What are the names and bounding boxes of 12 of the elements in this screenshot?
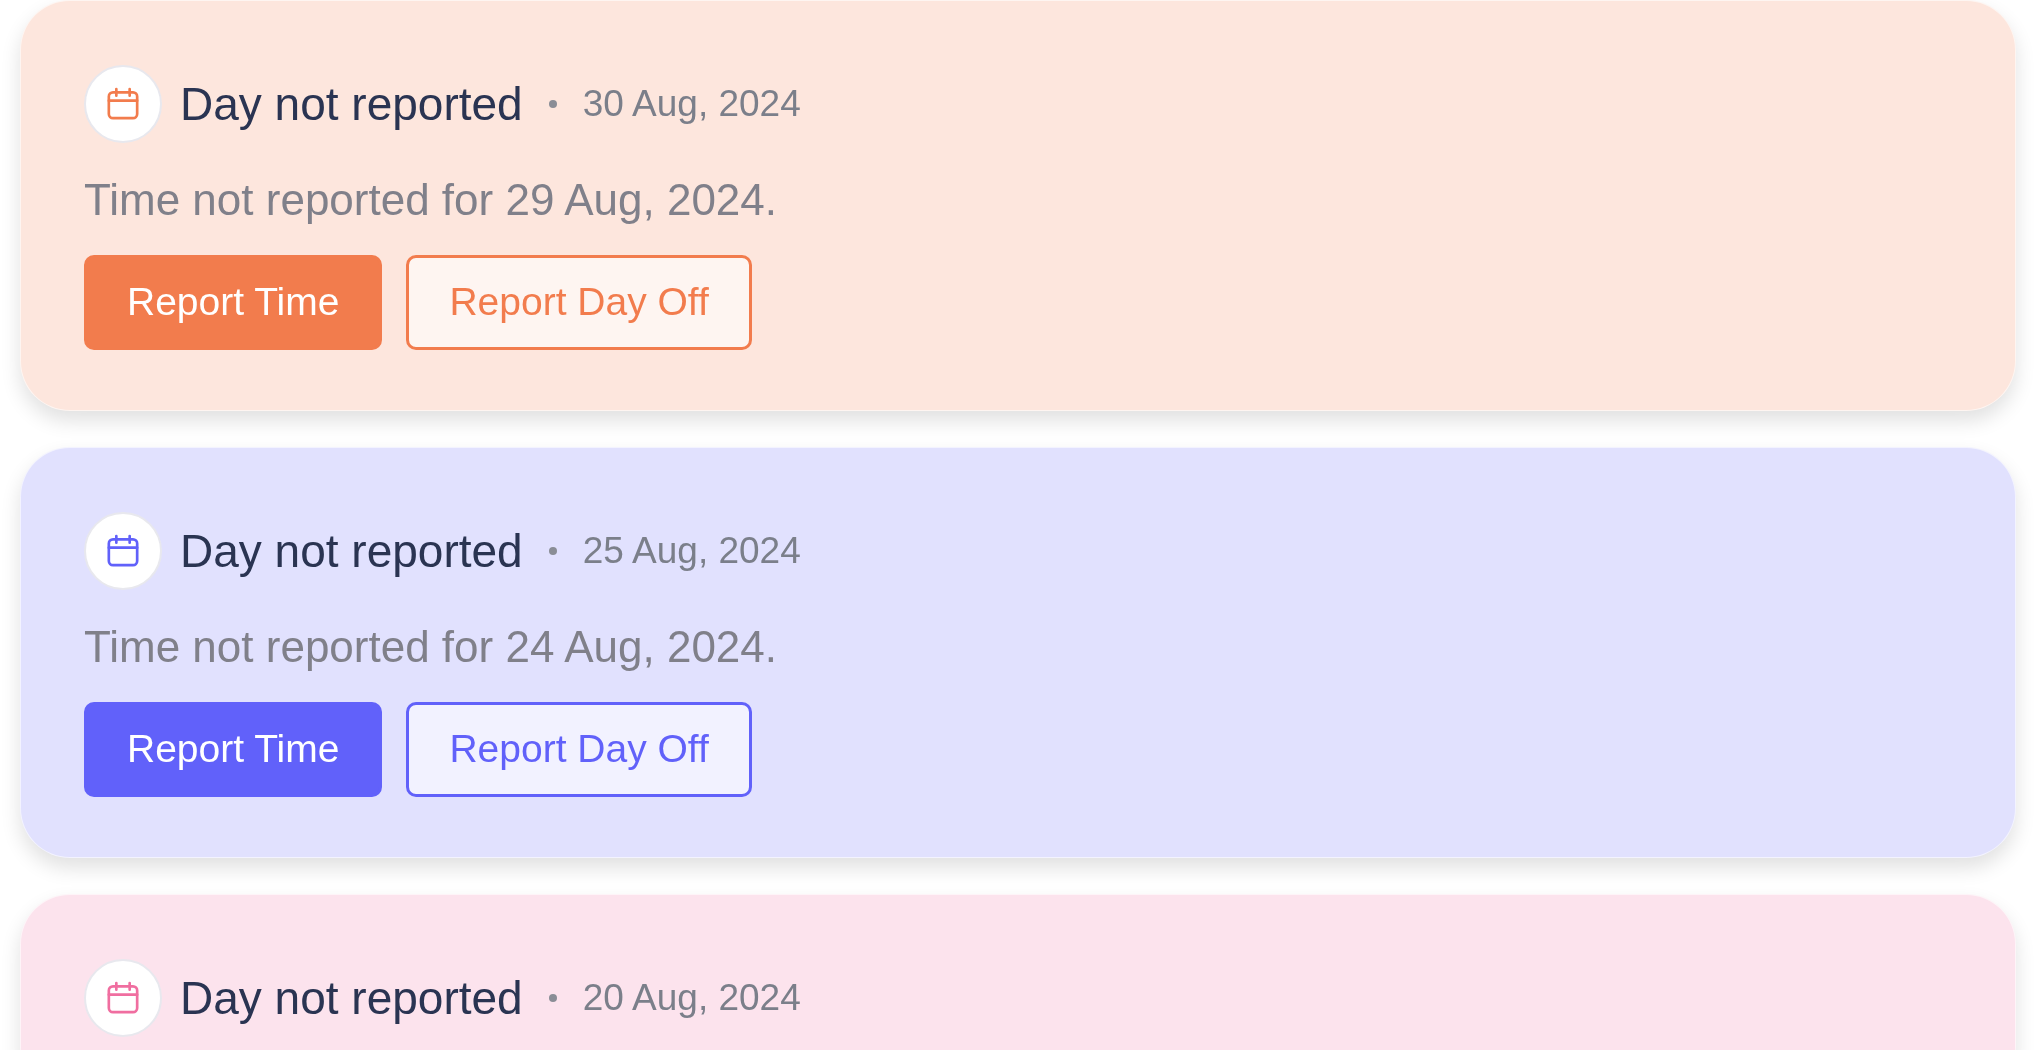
notification-title: Day not reported xyxy=(180,523,523,579)
notification-message: Time not reported for 24 Aug, 2024. xyxy=(84,621,779,673)
report-day-off-button[interactable]: Report Day Off xyxy=(406,255,752,350)
notification-title: Day not reported xyxy=(180,76,523,132)
notification-date: 20 Aug, 2024 xyxy=(582,976,801,1021)
report-day-off-button[interactable]: Report Day Off xyxy=(406,702,752,797)
report-time-button[interactable]: Report Time xyxy=(84,702,383,797)
report-time-button[interactable]: Report Time xyxy=(84,255,383,350)
notification-date: 25 Aug, 2024 xyxy=(582,529,801,574)
notification-date: 30 Aug, 2024 xyxy=(582,82,801,127)
notification-title: Day not reported xyxy=(180,970,523,1026)
notification-message: Time not reported for 29 Aug, 2024. xyxy=(84,174,779,226)
